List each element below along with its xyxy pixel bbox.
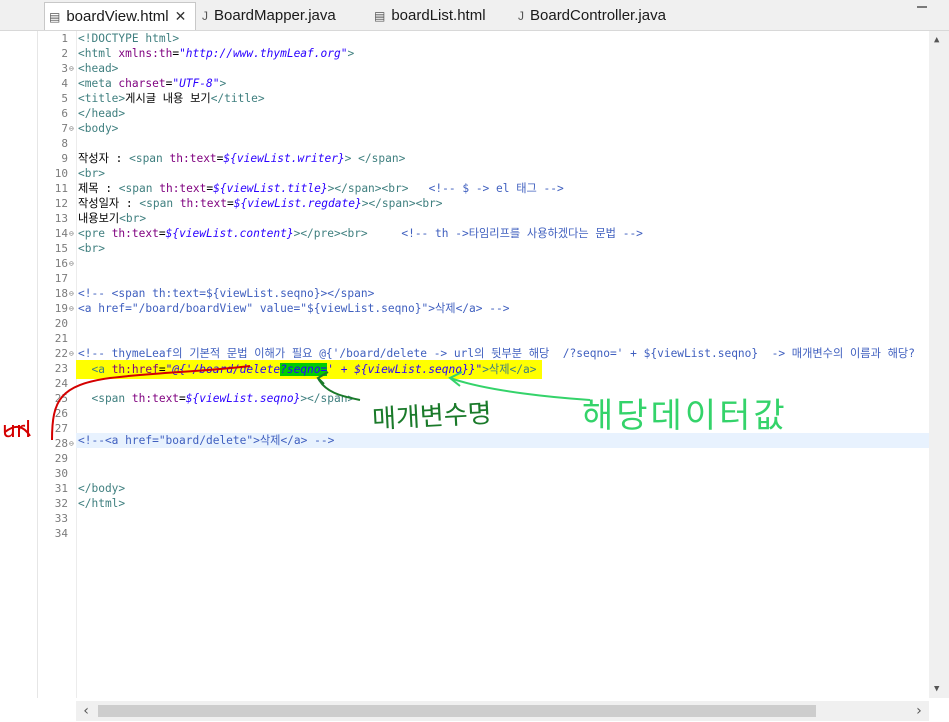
code-line-2: <html xmlns:th="http://www.thymLeaf.org"… [78, 47, 355, 60]
code-line-5: <title>게시글 내용 보기</title> [78, 92, 265, 105]
java-file-icon: J [202, 8, 208, 23]
close-icon[interactable]: ✕ [175, 8, 187, 25]
code-line-22: <!-- thymeLeaf의 기본적 문법 이해가 필요 @{'/board/… [78, 347, 915, 360]
fold-toggle-icon[interactable]: ⊖ [69, 346, 74, 361]
tab-label: BoardController.java [530, 7, 666, 24]
line-number: 23 [54, 362, 68, 375]
scroll-right-icon[interactable]: › [915, 703, 923, 719]
tab-label: boardView.html [66, 8, 169, 25]
html-file-icon: ▤ [374, 8, 386, 23]
code-line-1: <!DOCTYPE html> [78, 32, 180, 45]
line-number: 24 [54, 377, 68, 390]
code-line-10: <br> [78, 167, 105, 180]
tab-boardmapper-java[interactable]: J BoardMapper.java [198, 2, 358, 29]
handwritten-note-url: url [2, 418, 32, 443]
handwritten-note-param-name: 매개변수명 [371, 398, 493, 436]
param-name-highlight: ?seqno= [280, 363, 328, 376]
code-line-13: 내용보기<br> [78, 212, 147, 225]
line-number: 3 [61, 62, 68, 75]
line-number: 12 [54, 197, 68, 210]
line-number: 2 [61, 47, 68, 60]
line-number: 13 [54, 212, 68, 225]
fold-toggle-icon[interactable]: ⊖ [69, 286, 74, 301]
editor-tab-bar: ▤ boardView.html ✕ J BoardMapper.java ▤ … [0, 0, 949, 31]
fold-toggle-icon[interactable]: ⊖ [69, 301, 74, 316]
line-number: 32 [54, 497, 68, 510]
line-number: 4 [61, 77, 68, 90]
tab-boardcontroller-java[interactable]: J BoardController.java [514, 2, 694, 29]
code-line-28: <!--<a href="board/delete">삭제</a> --> [78, 434, 335, 447]
line-number: 15 [54, 242, 68, 255]
code-line-23: <a th:href="@{'/board/delete?seqno=' + $… [76, 360, 543, 379]
line-number: 19 [54, 302, 68, 315]
line-number: 25 [54, 392, 68, 405]
vertical-scrollbar[interactable]: ▲ ▼ [929, 31, 949, 698]
line-number: 14 [54, 227, 68, 240]
fold-toggle-icon[interactable]: ⊖ [69, 61, 74, 76]
code-line-11: 제목 : <span th:text=${viewList.title}></s… [78, 182, 564, 195]
fold-toggle-icon[interactable]: ⊖ [69, 226, 74, 241]
fold-toggle-icon[interactable]: ⊖ [69, 121, 74, 136]
code-line-3: <head> [78, 62, 119, 75]
horizontal-scrollbar[interactable]: ‹ › [76, 701, 929, 721]
minimize-icon[interactable] [917, 6, 927, 8]
line-number: 29 [54, 452, 68, 465]
scroll-left-icon[interactable]: ‹ [82, 703, 90, 719]
line-number: 26 [54, 407, 68, 420]
code-line-4: <meta charset="UTF-8"> [78, 77, 227, 90]
code-line-25: <span th:text=${viewList.seqno}></span> [78, 392, 355, 405]
handwritten-note-param-value: 해당데이터값 [582, 396, 788, 436]
html-file-icon: ▤ [49, 9, 61, 24]
code-line-9: 작성자 : <span th:text=${viewList.writer}> … [78, 152, 406, 165]
line-number: 1 [61, 32, 68, 45]
line-number: 17 [54, 272, 68, 285]
code-line-18: <!-- <span th:text=${viewList.seqno}></s… [78, 287, 375, 300]
scroll-down-icon[interactable]: ▼ [934, 684, 939, 694]
code-line-14: <pre th:text=${viewList.content}></pre><… [78, 227, 643, 240]
line-number: 5 [61, 92, 68, 105]
java-file-icon: J [518, 8, 524, 23]
line-number: 20 [54, 317, 68, 330]
fold-toggle-icon[interactable]: ⊖ [69, 256, 74, 271]
line-number: 10 [54, 167, 68, 180]
line-number: 11 [54, 182, 68, 195]
code-line-7: <body> [78, 122, 119, 135]
code-line-15: <br> [78, 242, 105, 255]
line-number: 22 [54, 347, 68, 360]
code-line-6: </head> [78, 107, 126, 120]
line-number: 9 [61, 152, 68, 165]
line-number: 34 [54, 527, 68, 540]
tab-boardlist-html[interactable]: ▤ boardList.html [370, 2, 500, 29]
line-number: 33 [54, 512, 68, 525]
tab-label: BoardMapper.java [214, 7, 336, 24]
code-line-31: </body> [78, 482, 126, 495]
line-number: 31 [54, 482, 68, 495]
line-number: 27 [54, 422, 68, 435]
line-number: 18 [54, 287, 68, 300]
line-number: 16 [54, 257, 68, 270]
code-line-19: <a href="/board/boardView" value="${view… [78, 302, 510, 315]
tab-boardview-html[interactable]: ▤ boardView.html ✕ [44, 2, 196, 30]
scrollbar-thumb[interactable] [98, 705, 816, 717]
line-number: 21 [54, 332, 68, 345]
line-number: 8 [61, 137, 68, 150]
code-line-32: </html> [78, 497, 126, 510]
code-editor[interactable]: 1 2 3 4 5 6 7 8 9 10 11 12 13 14 15 16 1… [37, 31, 930, 698]
line-number: 28 [54, 437, 68, 450]
code-line-12: 작성일자 : <span th:text=${viewList.regdate}… [78, 197, 443, 210]
tab-label: boardList.html [391, 7, 486, 24]
line-number: 30 [54, 467, 68, 480]
line-number: 6 [61, 107, 68, 120]
line-number: 7 [61, 122, 68, 135]
scroll-up-icon[interactable]: ▲ [934, 35, 939, 45]
fold-toggle-icon[interactable]: ⊖ [69, 436, 74, 451]
